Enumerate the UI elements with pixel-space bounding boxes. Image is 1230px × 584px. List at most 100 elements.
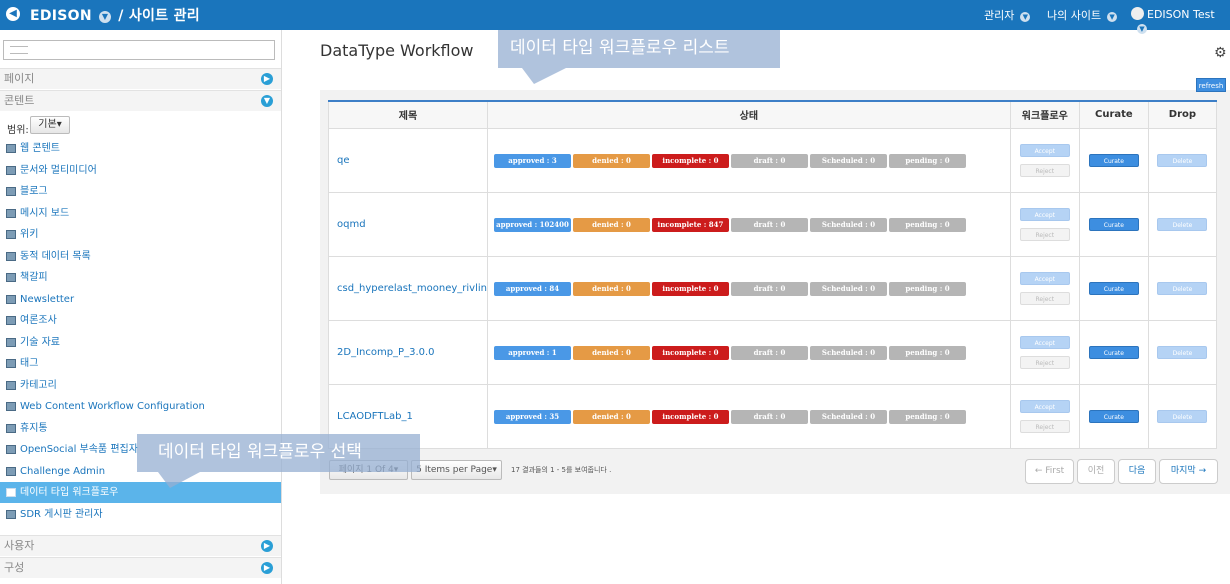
delete-button[interactable]: Delete	[1157, 345, 1208, 359]
status-badge-draft[interactable]: draft : 0	[730, 281, 808, 296]
chevron-down-icon[interactable]: ▼	[1137, 24, 1147, 34]
chevron-right-icon[interactable]: ▶	[261, 73, 273, 85]
status-badge-scheduled[interactable]: Scheduled : 0	[809, 345, 887, 360]
chevron-down-icon[interactable]: ▼	[261, 95, 273, 107]
sidebar-section-config[interactable]: 구성 ▶	[0, 557, 281, 578]
sidebar-item[interactable]: 위키	[0, 224, 281, 245]
chevron-down-icon[interactable]: ▼	[99, 11, 112, 23]
status-badge-approved[interactable]: approved : 3	[493, 153, 571, 168]
sidebar-section-users[interactable]: 사용자 ▶	[0, 535, 281, 556]
sidebar-section-pages[interactable]: 페이지 ▶	[0, 68, 281, 89]
status-badge-scheduled[interactable]: Scheduled : 0	[809, 281, 887, 296]
refresh-button[interactable]: refresh	[1196, 78, 1226, 92]
sidebar-item[interactable]: 문서와 멀티미디어	[0, 160, 281, 181]
user-menu[interactable]: EDISON Test▼	[1131, 7, 1230, 34]
delete-button[interactable]: Delete	[1157, 409, 1208, 423]
chevron-down-icon[interactable]: ▼	[1107, 12, 1118, 22]
sidebar-item[interactable]: Web Content Workflow Configuration	[0, 396, 281, 417]
chevron-right-icon[interactable]: ▶	[261, 540, 273, 552]
sidebar-item[interactable]: SDR 게시판 관리자	[0, 504, 281, 525]
curate-button[interactable]: Curate	[1088, 281, 1139, 295]
workflow-title-link[interactable]: 2D_Incomp_P_3.0.0	[337, 347, 435, 358]
sidebar-item[interactable]: 웹 콘텐트	[0, 138, 281, 159]
next-page-button[interactable]: 다음	[1118, 459, 1156, 484]
status-badge-pending[interactable]: pending : 0	[888, 345, 966, 360]
prev-page-button[interactable]: 이전	[1077, 459, 1115, 484]
sidebar-item[interactable]: 데이터 타입 워크플로우	[0, 482, 281, 503]
status-badge-draft[interactable]: draft : 0	[730, 153, 808, 168]
status-badge-approved[interactable]: approved : 84	[493, 281, 571, 296]
reject-button[interactable]: Reject	[1019, 355, 1070, 369]
status-badge-pending[interactable]: pending : 0	[888, 409, 966, 424]
mysites-menu[interactable]: 나의 사이트 ▼	[1047, 7, 1118, 23]
reject-button[interactable]: Reject	[1019, 419, 1070, 433]
status-badge-pending[interactable]: pending : 0	[888, 217, 966, 232]
last-page-button[interactable]: 마지막 →	[1159, 459, 1218, 484]
accept-button[interactable]: Accept	[1019, 335, 1070, 349]
sidebar-item[interactable]: 책갈피	[0, 267, 281, 288]
chevron-right-icon[interactable]: ▶	[261, 562, 273, 574]
sidebar-item[interactable]: 여론조사	[0, 310, 281, 331]
status-badge-incomplete[interactable]: incomplete : 0	[651, 281, 729, 296]
admin-menu[interactable]: 관리자 ▼	[984, 7, 1031, 23]
status-badge-draft[interactable]: draft : 0	[730, 345, 808, 360]
status-badge-incomplete[interactable]: incomplete : 0	[651, 345, 729, 360]
back-arrow-icon[interactable]: ◀	[6, 7, 20, 21]
gear-icon[interactable]: ⚙	[1214, 45, 1227, 61]
accept-button[interactable]: Accept	[1019, 271, 1070, 285]
reject-button[interactable]: Reject	[1019, 291, 1070, 305]
status-badge-scheduled[interactable]: Scheduled : 0	[809, 409, 887, 424]
accept-button[interactable]: Accept	[1019, 143, 1070, 157]
status-badge-denied[interactable]: denied : 0	[572, 217, 650, 232]
admin-menu-label[interactable]: 관리자	[984, 9, 1014, 22]
sidebar-item[interactable]: 카테고리	[0, 375, 281, 396]
status-badge-incomplete[interactable]: incomplete : 0	[651, 409, 729, 424]
first-page-button[interactable]: ← First	[1025, 459, 1074, 484]
sidebar-item[interactable]: Newsletter	[0, 289, 281, 310]
curate-button[interactable]: Curate	[1088, 409, 1139, 423]
curate-button[interactable]: Curate	[1088, 153, 1139, 167]
status-badge-denied[interactable]: denied : 0	[572, 153, 650, 168]
sidebar-section-content[interactable]: 콘텐트 ▼	[0, 90, 281, 111]
sidebar-item[interactable]: 태그	[0, 353, 281, 374]
status-badge-denied[interactable]: denied : 0	[572, 345, 650, 360]
curate-button[interactable]: Curate	[1088, 345, 1139, 359]
scope-dropdown[interactable]: 기본▾	[30, 116, 70, 134]
delete-button[interactable]: Delete	[1157, 153, 1208, 167]
sidebar-item[interactable]: 기술 자료	[0, 332, 281, 353]
workflow-title-link[interactable]: qe	[337, 155, 350, 166]
status-badge-pending[interactable]: pending : 0	[888, 153, 966, 168]
sidebar-item[interactable]: 블로그	[0, 181, 281, 202]
status-badge-incomplete[interactable]: incomplete : 847	[651, 217, 729, 232]
sidebar-search-input[interactable]	[3, 40, 275, 60]
status-badge-denied[interactable]: denied : 0	[572, 409, 650, 424]
reject-button[interactable]: Reject	[1019, 163, 1070, 177]
accept-button[interactable]: Accept	[1019, 399, 1070, 413]
delete-button[interactable]: Delete	[1157, 217, 1208, 231]
delete-button[interactable]: Delete	[1157, 281, 1208, 295]
chevron-down-icon[interactable]: ▼	[1020, 12, 1031, 22]
site-name[interactable]: EDISON	[30, 8, 92, 24]
workflow-title-link[interactable]: csd_hyperelast_mooney_rivlin	[337, 283, 487, 294]
status-badge-pending[interactable]: pending : 0	[888, 281, 966, 296]
items-per-page-dropdown[interactable]: 5 Items per Page▾	[411, 460, 502, 480]
sidebar-item-label: Challenge Admin	[20, 465, 106, 477]
reject-button[interactable]: Reject	[1019, 227, 1070, 241]
sidebar-item[interactable]: 동적 데이터 목록	[0, 246, 281, 267]
sidebar-item[interactable]: 메시지 보드	[0, 203, 281, 224]
user-name[interactable]: EDISON Test	[1147, 8, 1215, 21]
status-badge-approved[interactable]: approved : 35	[493, 409, 571, 424]
status-badge-incomplete[interactable]: incomplete : 0	[651, 153, 729, 168]
status-badge-approved[interactable]: approved : 1	[493, 345, 571, 360]
status-badge-scheduled[interactable]: Scheduled : 0	[809, 153, 887, 168]
status-badge-draft[interactable]: draft : 0	[730, 217, 808, 232]
workflow-title-link[interactable]: LCAODFTLab_1	[337, 411, 413, 422]
curate-button[interactable]: Curate	[1088, 217, 1139, 231]
status-badge-scheduled[interactable]: Scheduled : 0	[809, 217, 887, 232]
mysites-menu-label[interactable]: 나의 사이트	[1047, 9, 1101, 22]
accept-button[interactable]: Accept	[1019, 207, 1070, 221]
status-badge-approved[interactable]: approved : 102400	[493, 217, 571, 232]
status-badge-denied[interactable]: denied : 0	[572, 281, 650, 296]
workflow-title-link[interactable]: oqmd	[337, 219, 366, 230]
status-badge-draft[interactable]: draft : 0	[730, 409, 808, 424]
